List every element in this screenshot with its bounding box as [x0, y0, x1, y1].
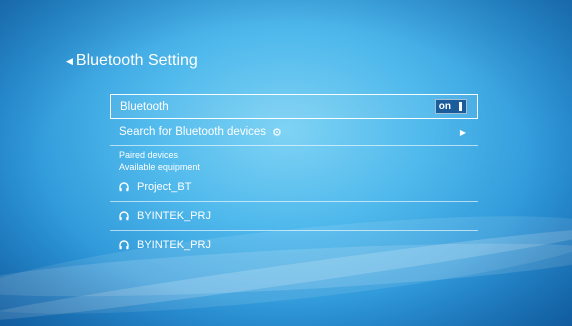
page-title: Bluetooth Setting: [75, 52, 198, 69]
headphones-icon: [119, 182, 129, 192]
chevron-left-icon: ◀: [66, 55, 73, 66]
device-name: BYINTEK_PRJ: [137, 210, 211, 222]
device-list: Project_BT BYINTEK_PRJ BYINTEK_PRJ: [110, 173, 478, 259]
bluetooth-toggle[interactable]: on: [434, 99, 467, 114]
bluetooth-row[interactable]: Bluetooth on: [110, 94, 478, 119]
available-equipment-label: Available equipment: [119, 162, 200, 172]
device-item[interactable]: Project_BT: [110, 173, 478, 202]
paired-devices-label: Paired devices: [119, 150, 179, 160]
search-devices-label: Search for Bluetooth devices: [119, 126, 267, 138]
chevron-right-icon: ▶: [459, 127, 466, 137]
gear-icon: ⚙: [272, 126, 282, 139]
settings-menu: Bluetooth on Search for Bluetooth device…: [110, 94, 478, 259]
device-item[interactable]: BYINTEK_PRJ: [110, 202, 478, 231]
toggle-label: on: [438, 101, 451, 112]
device-name: BYINTEK_PRJ: [137, 239, 211, 251]
headphones-icon: [119, 240, 129, 250]
headphones-icon: [119, 211, 129, 221]
bluetooth-label: Bluetooth: [120, 100, 169, 113]
search-devices-row[interactable]: Search for Bluetooth devices ⚙ ▶: [110, 119, 478, 146]
device-name: Project_BT: [137, 181, 192, 193]
toggle-knob: [459, 102, 462, 111]
screen: ◀ Bluetooth Setting Bluetooth on Search …: [0, 0, 572, 326]
back-header[interactable]: ◀ Bluetooth Setting: [66, 52, 198, 70]
device-item[interactable]: BYINTEK_PRJ: [110, 231, 478, 259]
